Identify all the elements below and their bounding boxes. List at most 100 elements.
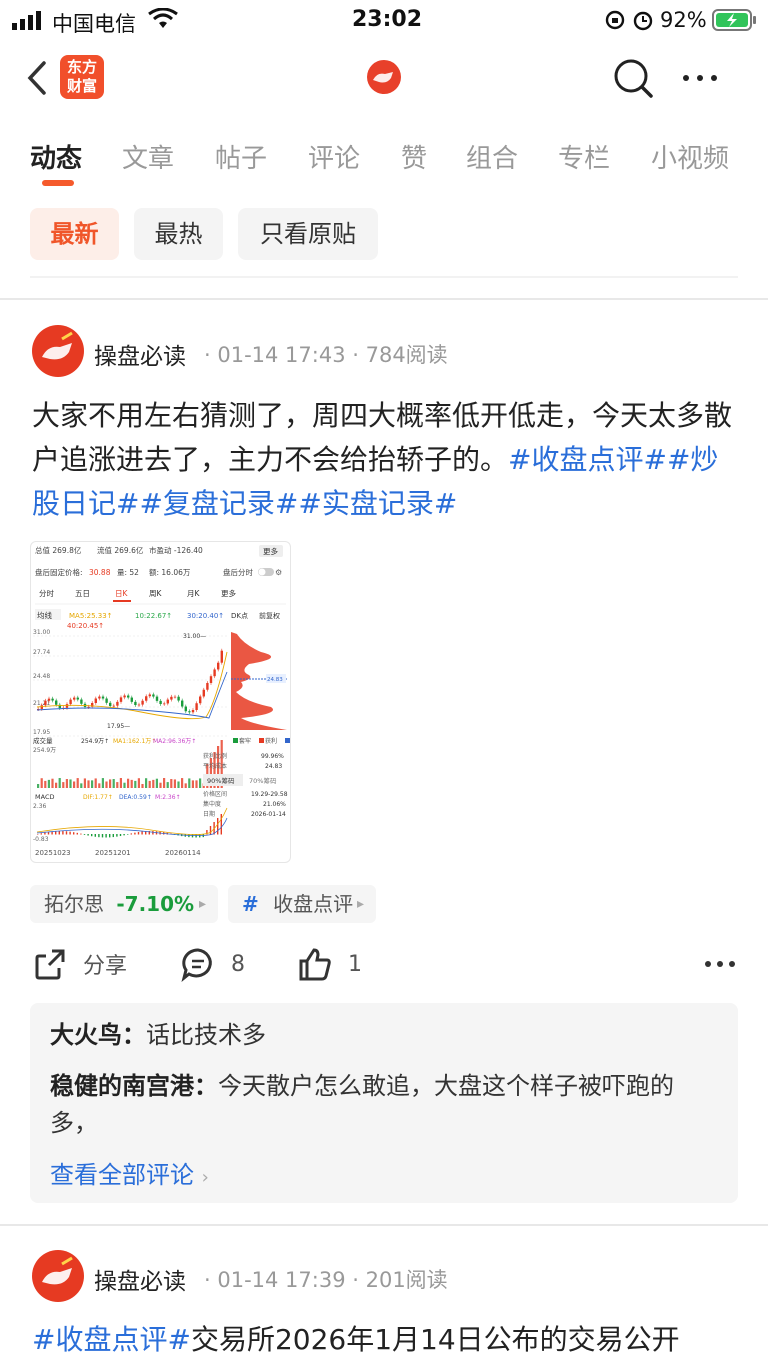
tab-dynamic[interactable]: 动态 <box>30 138 82 175</box>
candle <box>141 700 144 705</box>
avg-cost-value: 24.83 <box>265 763 282 770</box>
date-label: 日期 <box>203 810 215 818</box>
comment-item[interactable]: 大火鸟：话比技术多 <box>50 1017 720 1054</box>
post-body[interactable]: 大家不用左右猜测了，周四大概率低开低走，今天太多散户追涨进去了，主力不会给抬轿子… <box>32 394 732 526</box>
like-button[interactable]: 1 <box>297 946 362 982</box>
hashtag-icon: # <box>242 892 259 916</box>
tab-column[interactable]: 专栏 <box>558 138 610 175</box>
author-name[interactable]: 操盘必读 <box>94 1262 186 1296</box>
comment-item[interactable]: 稳健的南宫港：今天散户怎么敢追，大盘这个样子被吓跑的多， <box>50 1068 720 1142</box>
candle <box>202 689 205 697</box>
candle <box>209 676 213 683</box>
volume-label: 成交量 <box>33 736 53 745</box>
back-icon[interactable] <box>24 60 50 96</box>
candle <box>184 706 187 712</box>
chevron-right-icon: › <box>201 1167 209 1188</box>
candle <box>134 701 137 706</box>
macd-bar <box>220 814 222 835</box>
tab-articles[interactable]: 文章 <box>122 138 174 175</box>
comment-button[interactable]: 8 <box>180 946 245 982</box>
rotation-lock-icon <box>605 10 625 30</box>
volume-bar <box>173 779 176 788</box>
volume-bar <box>51 778 54 788</box>
candle <box>55 700 58 705</box>
tab-posts[interactable]: 帖子 <box>215 138 267 175</box>
share-label: 分享 <box>83 954 128 979</box>
filter-latest[interactable]: 最新 <box>30 208 119 260</box>
comment-user[interactable]: 大火鸟： <box>50 1021 146 1049</box>
ma-label: 均线 <box>37 610 52 620</box>
view-all-label: 查看全部评论 <box>50 1161 194 1189</box>
battery-charging-icon <box>712 9 756 31</box>
candle <box>177 696 180 701</box>
like-count: 1 <box>348 951 362 977</box>
y-tick-label: 17.95 <box>33 729 50 736</box>
search-icon[interactable] <box>612 57 654 99</box>
post-more-icon[interactable] <box>704 958 736 970</box>
candle <box>188 711 191 713</box>
candle <box>127 695 130 698</box>
candle <box>148 694 151 697</box>
volume-bar <box>94 778 97 788</box>
price-range-label: 价格区间 <box>203 790 227 798</box>
share-button[interactable]: 分享 <box>32 946 127 982</box>
candle <box>123 695 126 698</box>
macd-bar <box>87 834 89 836</box>
volume-bar <box>163 778 166 788</box>
volume-bar <box>116 782 119 788</box>
volume-bar <box>76 778 79 788</box>
low-label: 17.95— <box>107 723 130 730</box>
more-icon[interactable] <box>680 72 720 84</box>
legend-label: 获利 <box>265 737 277 745</box>
volume-ma1: MA1:162.1万↑ <box>113 738 156 745</box>
profile-avatar[interactable] <box>367 60 401 94</box>
app-logo[interactable]: 东方财富 <box>60 55 104 99</box>
tab-likes[interactable]: 赞 <box>401 138 427 175</box>
candle <box>217 662 220 670</box>
filter-original-only[interactable]: 只看原贴 <box>238 208 378 260</box>
profit-ratio-label: 获利比例 <box>203 752 227 760</box>
author-name[interactable]: 操盘必读 <box>94 337 186 371</box>
volume-bar <box>141 783 144 788</box>
candle <box>199 696 202 704</box>
tab-comments[interactable]: 评论 <box>308 138 360 175</box>
tab-portfolio[interactable]: 组合 <box>466 138 518 175</box>
volume-bar <box>130 779 133 788</box>
avg-cost-badge-label: 24.83 <box>267 677 283 683</box>
volume-bar <box>134 780 137 788</box>
macd-bar <box>83 834 86 835</box>
macd-bar <box>62 831 64 835</box>
macd-bar <box>123 834 125 836</box>
candle <box>87 706 90 708</box>
view-all-comments-link[interactable]: 查看全部评论 › <box>50 1155 209 1190</box>
after-amount: 额: 16.06万 <box>149 567 191 577</box>
post-tags[interactable]: #收盘点评# <box>32 1323 191 1356</box>
tab-short-video[interactable]: 小视频 <box>651 138 729 175</box>
ma40-label: 40:20.45↑ <box>67 622 104 630</box>
author-avatar[interactable] <box>32 1250 84 1302</box>
post-body[interactable]: #收盘点评#交易所2026年1月14日公布的交易公开 <box>32 1318 732 1362</box>
post-meta: · 01-14 17:39 · 201阅读 <box>204 1268 448 1292</box>
macd-bar <box>94 834 96 837</box>
topic-chip[interactable]: # 收盘点评 ▸ <box>228 885 376 923</box>
comment-text: 话比技术多 <box>146 1021 266 1049</box>
volume-bar <box>127 778 130 788</box>
status-bar: 中国电信 23:02 92% <box>0 0 768 40</box>
divider <box>30 276 738 278</box>
candle <box>101 696 105 699</box>
macd-bar <box>98 834 100 838</box>
volume-bar <box>119 778 122 788</box>
volume-bar <box>62 782 65 788</box>
candle <box>220 650 223 663</box>
volume-bar <box>101 778 104 788</box>
settings-gear-icon: ⚙ <box>275 568 282 577</box>
author-avatar[interactable] <box>32 325 84 377</box>
post-image[interactable]: 总值 269.8亿 流值 269.6亿 市盈动 -126.40 更多 盘后固定价… <box>30 541 291 863</box>
volume-bar <box>91 780 94 788</box>
filter-hot[interactable]: 最热 <box>134 208 223 260</box>
stock-name: 拓尔思 <box>44 892 104 916</box>
macd-bar <box>134 832 136 835</box>
comment-user[interactable]: 稳健的南宫港： <box>50 1072 218 1100</box>
period-tab: 分时 <box>39 588 54 598</box>
stock-chip[interactable]: 拓尔思 -7.10% ▸ <box>30 885 218 923</box>
